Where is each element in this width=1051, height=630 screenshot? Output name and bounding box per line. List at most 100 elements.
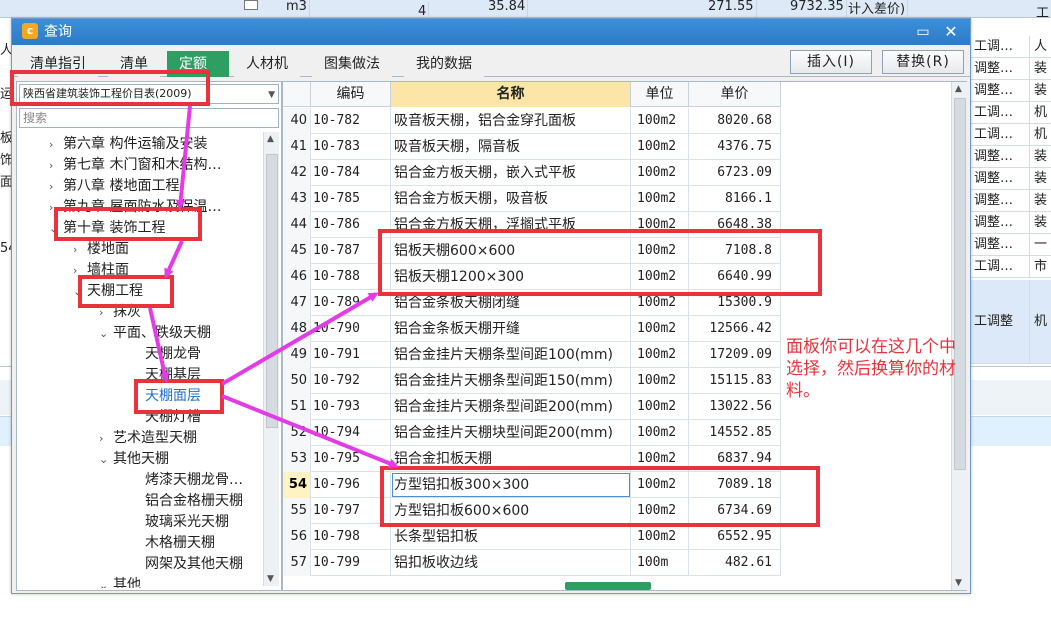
expand-icon: › bbox=[73, 243, 78, 256]
scroll-up-icon[interactable]: ▲ bbox=[267, 134, 274, 144]
row-number: 40 bbox=[283, 108, 311, 134]
cell-price: 13022.56 bbox=[689, 394, 781, 420]
table-row[interactable]: 41 10-783 吸音板天棚，隔音板 100m2 4376.75 bbox=[283, 134, 781, 160]
row-number: 51 bbox=[283, 394, 311, 420]
table-row[interactable]: 51 10-793 铝合金挂片天棚条型间距200(mm) 100m2 13022.56 bbox=[283, 394, 781, 420]
bg-row: 调整… 装 bbox=[970, 190, 1051, 212]
dialog-title-bar[interactable]: c 查询 ▭ ✕ bbox=[12, 19, 970, 45]
cell-code: 10-798 bbox=[311, 524, 391, 550]
minimize-icon[interactable]: ▭ bbox=[912, 22, 934, 42]
expand-icon: › bbox=[49, 138, 54, 151]
collapse-icon: ⌄ bbox=[99, 453, 109, 466]
cell-unit: 100m2 bbox=[631, 420, 689, 446]
column-header-name[interactable]: 名称 bbox=[391, 82, 631, 107]
highlight-ceiling-surface bbox=[134, 379, 224, 414]
table-row[interactable]: 52 10-794 铝合金挂片天棚块型间距200(mm) 100m2 14552.85 bbox=[283, 420, 781, 446]
tree-node[interactable]: 木格栅天棚 bbox=[145, 533, 215, 554]
cell-name: 铝合金挂片天棚条型间距100(mm) bbox=[391, 342, 631, 368]
row-number: 57 bbox=[283, 550, 311, 576]
cell-name: 铝合金方板天棚，吸音板 bbox=[391, 186, 631, 212]
cell-name: 吸音板天棚，铝合金穿孔面板 bbox=[391, 108, 631, 134]
tree-node[interactable]: 铝合金格栅天棚 bbox=[145, 491, 243, 512]
collapse-icon: ⌄ bbox=[99, 579, 109, 588]
cell-code: 10-792 bbox=[311, 368, 391, 394]
grid-header: 编码 名称 单位 单价 bbox=[283, 82, 781, 107]
tree-node[interactable]: ⌄ 平面、跌级天棚 bbox=[99, 323, 211, 344]
highlight-aluminum-panel-rows bbox=[378, 229, 822, 296]
column-header-code[interactable]: 编码 bbox=[311, 82, 391, 107]
cell-unit: 100m2 bbox=[631, 160, 689, 186]
insert-button[interactable]: 插入(I) bbox=[790, 50, 872, 74]
tree-node[interactable]: 网架及其他天棚 bbox=[145, 554, 243, 575]
table-row[interactable]: 48 10-790 铝合金条板天棚开缝 100m2 12566.42 bbox=[283, 316, 781, 342]
table-row[interactable]: 49 10-791 铝合金挂片天棚条型间距100(mm) 100m2 17209.09 bbox=[283, 342, 781, 368]
row-number: 46 bbox=[283, 264, 311, 290]
table-row[interactable]: 40 10-782 吸音板天棚，铝合金穿孔面板 100m2 8020.68 bbox=[283, 108, 781, 134]
expand-icon: › bbox=[99, 432, 104, 445]
scroll-down-icon[interactable]: ▼ bbox=[955, 578, 962, 588]
category-tree: › 第六章 构件运输及安装 › 第七章 木门窗和木结构… › 第八章 楼地面工程 › 第… bbox=[17, 132, 261, 588]
table-row[interactable]: 50 10-792 铝合金挂片天棚条型间距150(mm) 100m2 15115.83 bbox=[283, 368, 781, 394]
bg-cell: 计入差价) bbox=[846, 0, 909, 20]
highlight-chapter-ten bbox=[54, 207, 202, 241]
splitter-handle[interactable] bbox=[565, 582, 651, 590]
tree-node[interactable]: › 第六章 构件运输及安装 bbox=[49, 134, 207, 155]
highlight-library-select bbox=[10, 70, 210, 106]
row-number: 54 bbox=[283, 472, 311, 498]
table-row[interactable]: 43 10-785 铝合金方板天棚，吸音板 100m2 8166.1 bbox=[283, 186, 781, 212]
background-top-row: m3 4 35.84 271.55 9732.35 计入差价) 工 bbox=[0, 0, 1051, 22]
tree-node[interactable]: › 楼地面 bbox=[73, 239, 129, 260]
collapse-icon: ⌄ bbox=[99, 327, 109, 340]
tab-my-data[interactable]: 我的数据 bbox=[404, 51, 484, 77]
cell-price: 12566.42 bbox=[689, 316, 781, 342]
column-header-unit[interactable]: 单位 bbox=[631, 82, 689, 107]
tab-labor-material[interactable]: 人材机 bbox=[234, 51, 300, 77]
cell-price: 15115.83 bbox=[689, 368, 781, 394]
cell-code: 10-793 bbox=[311, 394, 391, 420]
tree-node[interactable]: 天棚龙骨 bbox=[145, 344, 201, 365]
search-input[interactable]: 搜索 bbox=[19, 108, 279, 128]
cell-code: 10-783 bbox=[311, 134, 391, 160]
tab-atlas-method[interactable]: 图集做法 bbox=[312, 51, 392, 77]
cell-price: 482.61 bbox=[689, 550, 781, 576]
tree-node[interactable]: › 艺术造型天棚 bbox=[99, 428, 197, 449]
close-icon[interactable]: ✕ bbox=[940, 22, 962, 42]
cell-code: 10-794 bbox=[311, 420, 391, 446]
dialog-title: 查询 bbox=[44, 24, 72, 40]
cell-name: 铝合金挂片天棚块型间距200(mm) bbox=[391, 420, 631, 446]
tree-scrollbar[interactable]: ▲ ▼ bbox=[263, 132, 279, 586]
table-row[interactable]: 42 10-784 铝合金方板天棚，嵌入式平板 100m2 6723.09 bbox=[283, 160, 781, 186]
scroll-down-icon[interactable]: ▼ bbox=[267, 574, 274, 584]
table-row[interactable]: 57 10-799 铝扣板收边线 100m 482.61 bbox=[283, 550, 781, 576]
app-icon: c bbox=[22, 23, 38, 39]
tree-node[interactable]: ⌄ 其他 bbox=[99, 575, 141, 588]
cell-unit: 100m2 bbox=[631, 368, 689, 394]
tree-node[interactable]: › 第八章 楼地面工程 bbox=[49, 176, 179, 197]
tree-node[interactable]: 烤漆天棚龙骨… bbox=[145, 470, 243, 491]
bg-row: 工调… 市 bbox=[970, 256, 1051, 278]
table-row[interactable]: 56 10-798 长条型铝扣板 100m2 6552.95 bbox=[283, 524, 781, 550]
tree-scroll-thumb[interactable] bbox=[266, 154, 278, 428]
cell-name: 长条型铝扣板 bbox=[391, 524, 631, 550]
bg-cell: 工 bbox=[1034, 4, 1051, 24]
row-number: 44 bbox=[283, 212, 311, 238]
bg-row: 工调… 机 bbox=[970, 102, 1051, 124]
row-number: 45 bbox=[283, 238, 311, 264]
tree-node[interactable]: ⌄ 其他天棚 bbox=[99, 449, 169, 470]
row-number: 43 bbox=[283, 186, 311, 212]
cell-name: 铝合金条板天棚开缝 bbox=[391, 316, 631, 342]
scroll-up-icon[interactable]: ▲ bbox=[955, 84, 962, 94]
tree-node[interactable]: › 第七章 木门窗和木结构… bbox=[49, 155, 221, 176]
row-number: 53 bbox=[283, 446, 311, 472]
column-header-price[interactable]: 单价 bbox=[689, 82, 781, 107]
grid-scroll-thumb[interactable] bbox=[954, 98, 966, 470]
cell-code: 10-791 bbox=[311, 342, 391, 368]
cell-unit: 100m2 bbox=[631, 108, 689, 134]
cell-unit: 100m2 bbox=[631, 394, 689, 420]
cell-unit: 100m2 bbox=[631, 524, 689, 550]
tree-node[interactable]: 玻璃采光天棚 bbox=[145, 512, 229, 533]
row-number-header bbox=[283, 82, 311, 107]
cell-code: 10-799 bbox=[311, 550, 391, 576]
row-number: 52 bbox=[283, 420, 311, 446]
replace-button[interactable]: 替换(R) bbox=[882, 50, 964, 74]
